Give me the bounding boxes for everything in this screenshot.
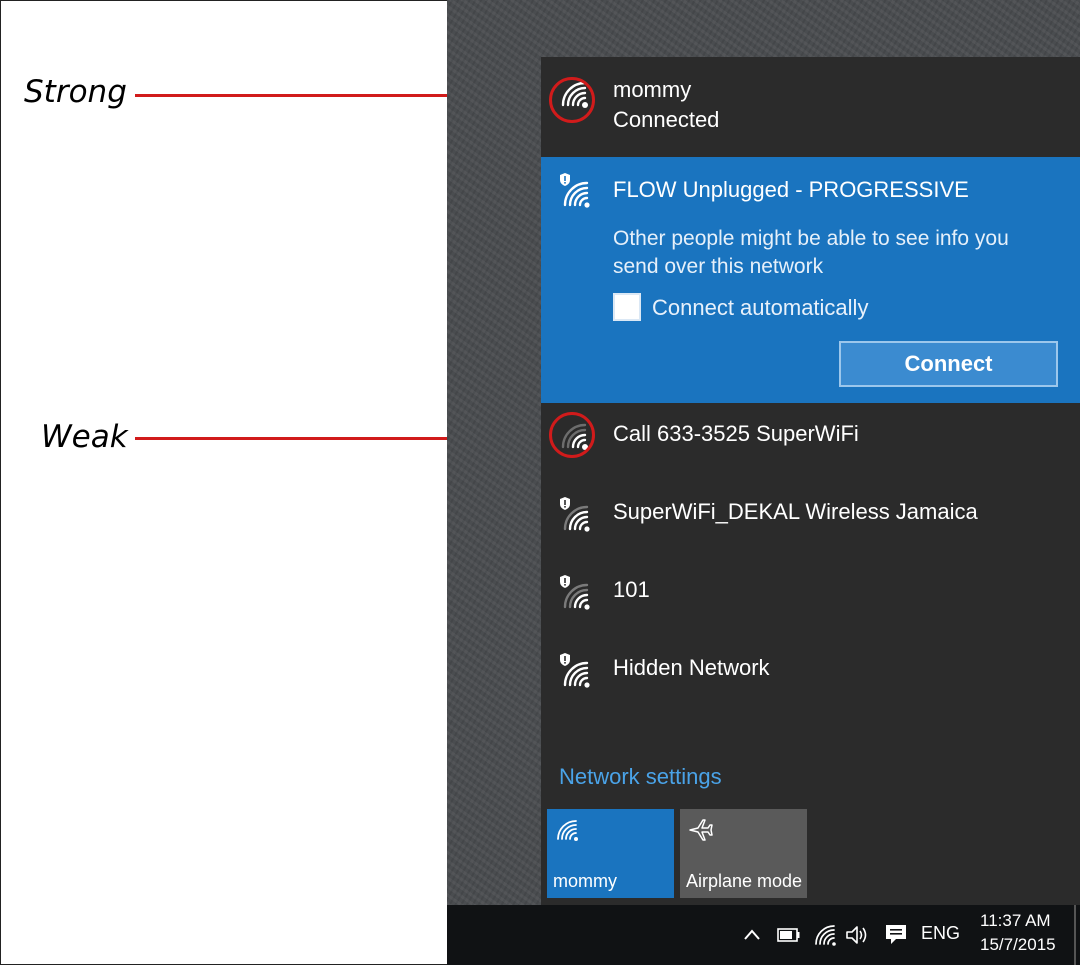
- connect-button[interactable]: Connect: [839, 341, 1058, 387]
- airplane-mode-tile[interactable]: Airplane mode: [680, 809, 807, 898]
- wifi-tile[interactable]: mommy: [547, 809, 674, 898]
- connect-automatically-label[interactable]: Connect automatically: [652, 295, 868, 321]
- network-item-hidden[interactable]: Hidden Network: [541, 635, 1080, 713]
- annotation-weak-circle: [549, 412, 595, 458]
- wifi-icon: [557, 820, 578, 841]
- network-name: 101: [613, 577, 650, 602]
- network-item-superwifi-dekal[interactable]: SuperWiFi_DEKAL Wireless Jamaica: [541, 479, 1080, 557]
- network-name: SuperWiFi_DEKAL Wireless Jamaica: [613, 499, 978, 524]
- annotation-strong-circle: [549, 77, 595, 123]
- network-item-101[interactable]: 101: [541, 557, 1080, 635]
- network-status: Connected: [613, 107, 720, 132]
- show-desktop-button[interactable]: [1074, 905, 1076, 965]
- taskbar: ENG 11:37 AM 15/7/2015: [447, 905, 1080, 965]
- network-settings-link[interactable]: Network settings: [559, 764, 722, 790]
- clock-date[interactable]: 15/7/2015: [980, 935, 1056, 955]
- connect-automatically-checkbox[interactable]: [613, 293, 641, 321]
- network-item-flow-selected[interactable]: FLOW Unplugged - PROGRESSIVE Other peopl…: [541, 157, 1080, 403]
- language-indicator[interactable]: ENG: [921, 923, 960, 944]
- action-center-icon[interactable]: [884, 922, 908, 946]
- wifi-icon[interactable]: [814, 923, 838, 947]
- battery-icon[interactable]: [777, 927, 801, 943]
- volume-icon[interactable]: [845, 924, 871, 946]
- network-name: FLOW Unplugged - PROGRESSIVE: [613, 177, 969, 202]
- annotation-weak-label: Weak: [41, 419, 128, 455]
- clock-time[interactable]: 11:37 AM: [980, 911, 1051, 931]
- network-name: Hidden Network: [613, 655, 770, 680]
- wifi-open-shield-icon: [560, 497, 590, 532]
- airplane-mode-label: Airplane mode: [686, 871, 803, 891]
- wifi-open-shield-icon: [560, 173, 590, 208]
- wifi-open-shield-icon: [560, 653, 590, 688]
- chevron-up-icon[interactable]: [742, 925, 762, 945]
- wifi-tile-label: mommy: [553, 871, 617, 891]
- wifi-open-shield-icon: [560, 575, 590, 610]
- network-item-mommy[interactable]: mommy Connected: [541, 57, 1080, 157]
- network-name: Call 633-3525 SuperWiFi: [613, 421, 859, 446]
- airplane-icon: [689, 819, 713, 841]
- annotation-strong-label: Strong: [24, 74, 127, 110]
- network-item-call-superwifi[interactable]: Call 633-3525 SuperWiFi: [541, 403, 1080, 479]
- network-name: mommy: [613, 77, 692, 102]
- network-flyout: mommy Connected FLOW Unplugged - PROGRES…: [541, 57, 1080, 905]
- security-warning-text: Other people might be able to see info y…: [613, 227, 1009, 278]
